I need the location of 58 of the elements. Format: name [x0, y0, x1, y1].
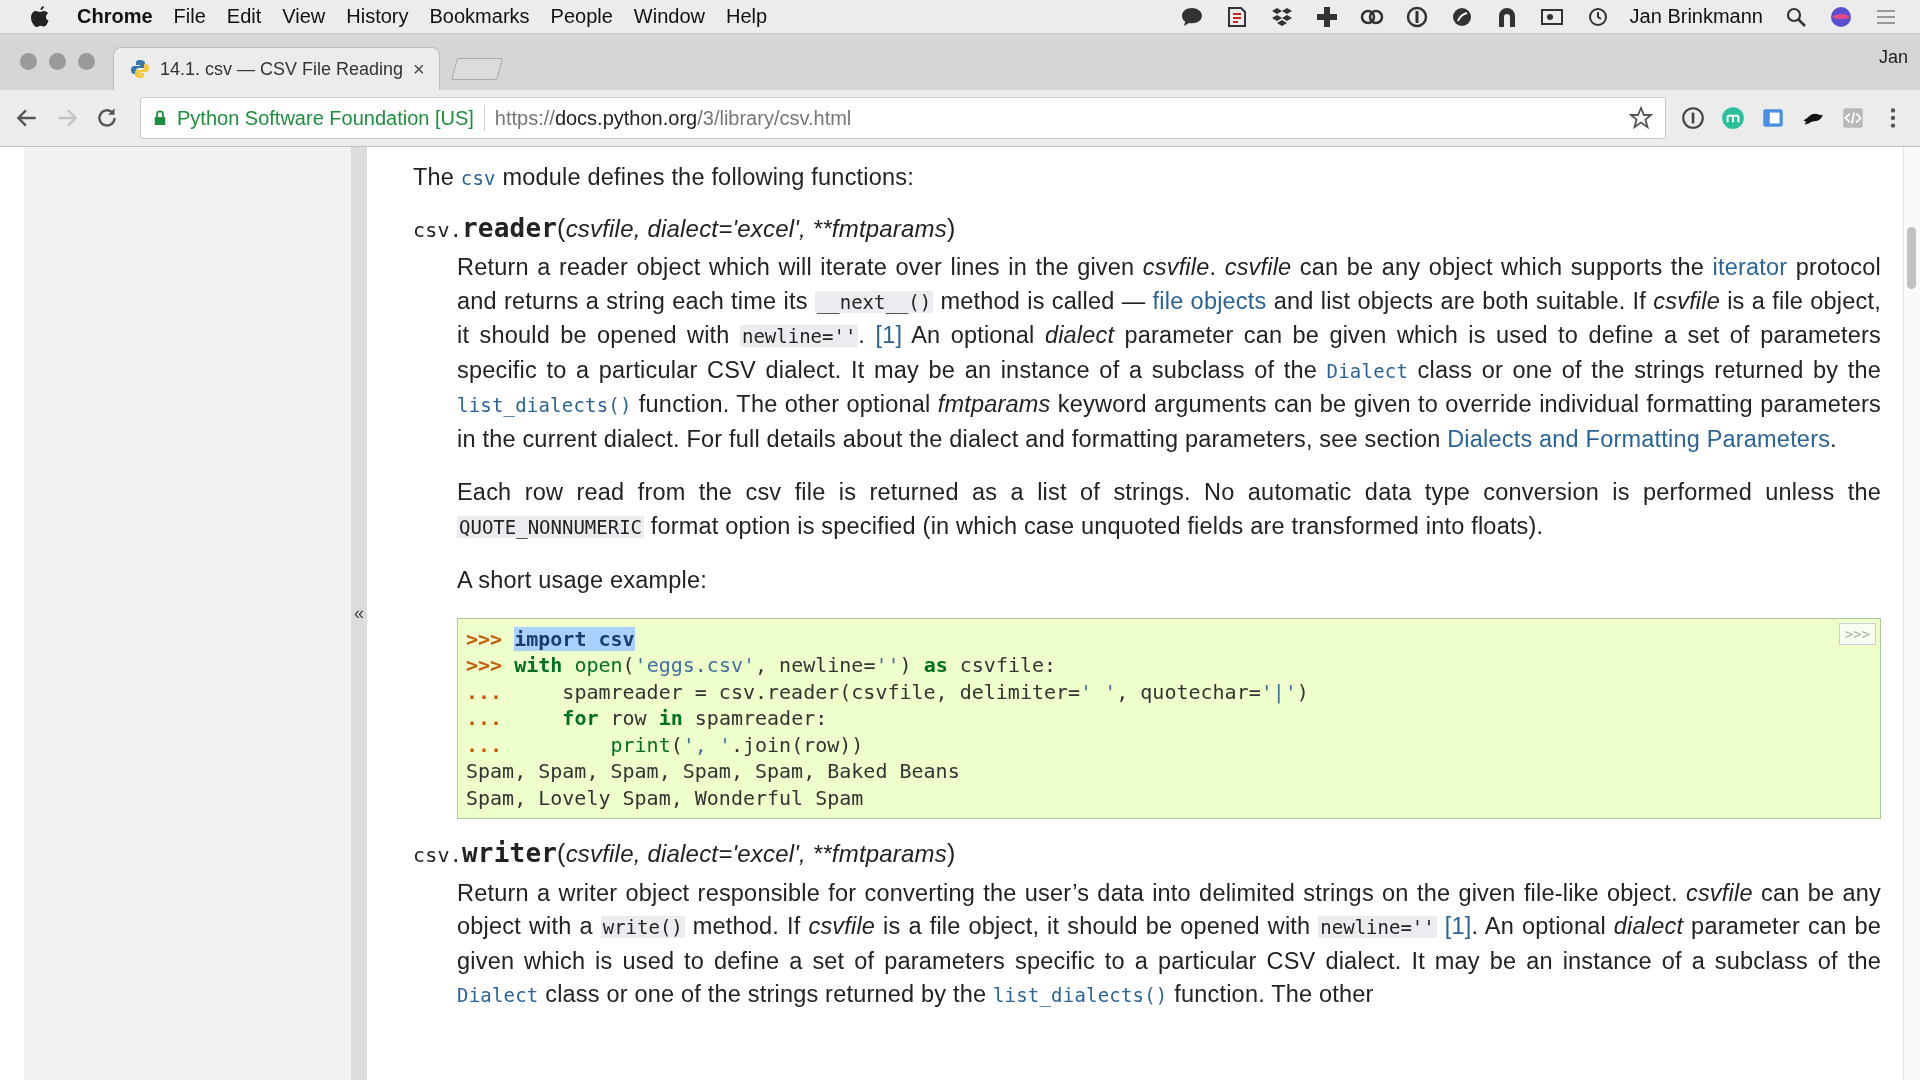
code-line: ... spamreader = csv.reader(csvfile, delimiter=' ', quotechar='|'): [466, 678, 1309, 705]
paragraph: Each row read from the csv file is returned as a list of strings. No automatic data type conversion is performed unless the QUOTE_NONNUMERIC format option is specified (in which case unquoted fields are transformed into floats).: [457, 478, 1881, 541]
menu-item[interactable]: Edit: [226, 5, 262, 28]
link[interactable]: [1]: [875, 322, 903, 348]
browser-tab[interactable]: 14.1. csv — CSV File Reading ×: [113, 47, 440, 90]
scrollbar-thumb[interactable]: [1907, 227, 1916, 289]
link[interactable]: Dialects and Formatting Parameters: [1447, 425, 1831, 452]
function-signature: csv.reader(csvfile, dialect='excel', **fmtparams): [413, 211, 957, 245]
url-text: https://docs.python.org/3/library/csv.html: [494, 106, 852, 130]
apple-logo-icon[interactable]: [30, 5, 50, 28]
inline-code: newline='': [1318, 916, 1437, 938]
code-link[interactable]: Dialect: [1326, 359, 1409, 382]
code-link[interactable]: Dialect: [457, 984, 539, 1006]
menu-item[interactable]: Help: [725, 5, 768, 28]
plus-icon[interactable]: [1314, 4, 1339, 29]
tab-title: 14.1. csv — CSV File Reading: [160, 58, 404, 80]
code-link[interactable]: csv: [460, 167, 496, 189]
code-line: ... for row in spamreader:: [466, 705, 828, 732]
collapse-sidebar-button[interactable]: «: [351, 147, 367, 1080]
inline-code: QUOTE_NONNUMERIC: [457, 515, 645, 538]
code-link[interactable]: list_dialects(): [992, 984, 1168, 1006]
link[interactable]: [1]: [1444, 913, 1472, 939]
code-line: >>> with open('eggs.csv', newline='') as csvfile:: [466, 652, 1057, 679]
menu-item[interactable]: History: [346, 5, 409, 28]
code-text: >>>: [466, 626, 504, 651]
paragraph: The csv module defines the following functions:: [413, 163, 915, 192]
selected-code-text: csv: [586, 626, 635, 651]
paragraph: A short usage example:: [457, 566, 708, 595]
link[interactable]: iterator: [1712, 254, 1788, 280]
info-circle-icon[interactable]: [1680, 105, 1706, 131]
code-line: ... print(', '.join(row)): [466, 731, 864, 758]
menu-item[interactable]: Bookmarks: [429, 5, 530, 28]
profile-button[interactable]: Jan: [1878, 47, 1920, 90]
code-line: Spam, Spam, Spam, Spam, Spam, Baked Beans: [466, 758, 960, 785]
menu-item[interactable]: People: [550, 5, 613, 28]
menu-item[interactable]: File: [173, 5, 206, 28]
star-icon[interactable]: [1629, 106, 1653, 130]
app-menu[interactable]: Chrome: [77, 5, 153, 28]
lock-icon: [153, 110, 167, 126]
address-bar[interactable]: Python Software Foundation [US] https://docs.python.org/3/library/csv.html: [140, 97, 1666, 139]
paragraph: Return a writer object responsible for converting the user’s data into delimited strings on the given file-like object. csvfile can be any object with a write() method. If csvfile is a file object, it should be opened with newline='' [1]. An optional dialect parameter can be given which is used to define a set of parameters specific to a particular CSV dialect. It may be an instance of a subclass of the Dialect class or one of the strings returned by the list_dialects() function. The other: [457, 878, 1881, 1009]
code-link[interactable]: list_dialects(): [457, 394, 632, 416]
site-identity: Python Software Foundation [US]: [177, 106, 474, 130]
info-circle-icon[interactable]: [1404, 4, 1429, 29]
orb-icon[interactable]: [1829, 4, 1853, 29]
menu-item[interactable]: View: [282, 5, 326, 28]
close-tab-button[interactable]: ×: [413, 57, 425, 81]
link[interactable]: file objects: [1152, 287, 1267, 314]
function-signature: csv.writer(csvfile, dialect='excel', **fmtparams): [413, 837, 957, 870]
code-line: Spam, Lovely Spam, Wonderful Spam: [466, 784, 864, 811]
inline-code: write(): [600, 916, 685, 938]
inline-code: __next__(): [814, 290, 934, 313]
user-name[interactable]: Jan Brinkmann: [1629, 5, 1763, 28]
paragraph: Return a reader object which will iterate over lines in the given csvfile. csvfile can be any object which supports the iterator protocol and returns a string each time its __next__() method is called — file objects and list objects are both suitable. If csvfile is a file object, it should be opened with newline=''. [1] An optional dialect parameter can be given which is used to define a set of parameters specific to a particular CSV dialect. It may be an instance of a subclass of the Dialect class or one of the strings returned by the list_dialects() function. The other optional fmtparams keyword arguments can be given to override individual formatting parameters in the current dialect. For full details about the dialect and formatting parameters, see section Dialects and Formatting Parameters.: [457, 253, 1881, 454]
menu-item[interactable]: Window: [633, 5, 705, 28]
snake-logo-icon: [130, 59, 150, 79]
selected-code-text: import: [514, 626, 587, 651]
inline-code: newline='': [739, 325, 859, 347]
